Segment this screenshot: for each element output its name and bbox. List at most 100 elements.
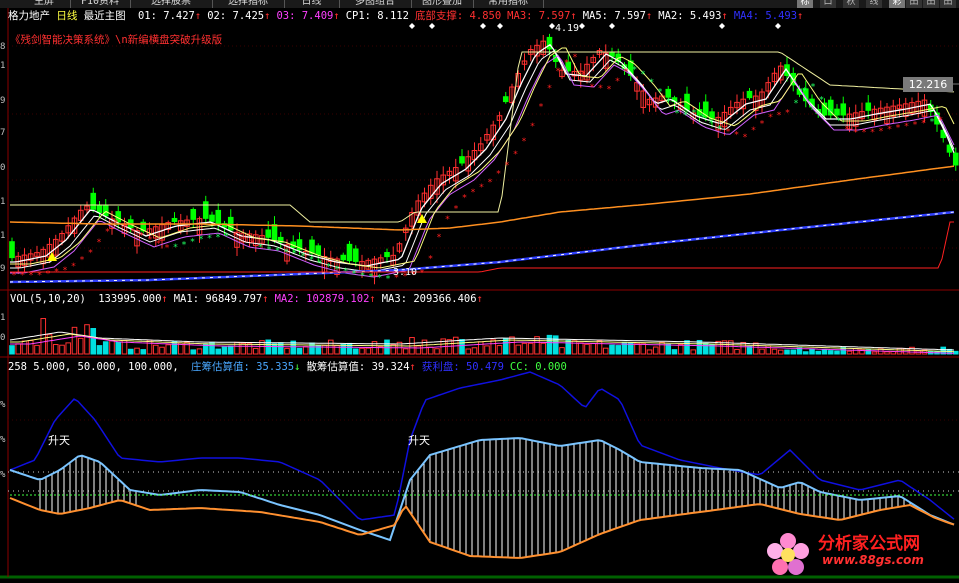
- indicator-value: CP1: 8.112: [345, 10, 409, 22]
- formula-subtitle: 《残剑智能决策系统》\n新编横盘突破升级版: [10, 34, 223, 46]
- volume-bar: [115, 341, 122, 355]
- signal-diamond-icon: [497, 23, 503, 29]
- volume-bar: [415, 345, 422, 355]
- stock-name[interactable]: 格力地产: [8, 10, 50, 22]
- trail-star-icon: *: [853, 128, 858, 138]
- volume-bar: [509, 336, 515, 355]
- candle-body: [271, 224, 278, 241]
- tab-select-indicator[interactable]: 选择指标: [212, 0, 285, 8]
- candle-body: [265, 229, 272, 238]
- trail-star-icon: *: [573, 53, 578, 63]
- arrow-up-icon: ↑: [645, 10, 653, 22]
- volume-axis-label: 1: [0, 313, 6, 323]
- period-label[interactable]: 日线: [56, 10, 77, 22]
- trail-star-icon: *: [88, 248, 93, 258]
- arrow-up-icon: ↑: [476, 293, 483, 305]
- candle-body: [90, 192, 97, 210]
- trail-star-icon: *: [811, 83, 816, 93]
- volume-bar: [359, 347, 365, 355]
- arrow-up-icon: ↑: [721, 10, 728, 22]
- candle-body: [840, 103, 847, 116]
- trail-star-icon: *: [649, 78, 654, 88]
- signal-diamond-icon: [409, 23, 415, 29]
- trail-star-icon: *: [233, 231, 238, 241]
- tab-multi-chart[interactable]: 多图组合: [339, 0, 412, 8]
- trail-star-icon: *: [930, 118, 935, 128]
- trail-star-icon: *: [326, 262, 331, 272]
- candle-body: [96, 205, 103, 214]
- volume-bar: [852, 347, 859, 355]
- volume-bar: [771, 348, 778, 355]
- tab-main-screen[interactable]: 主屏: [18, 0, 71, 8]
- volume-bar: [734, 348, 740, 355]
- indicator-value: 散筹估算值: 39.324↑: [306, 361, 416, 373]
- trail-star-icon: *: [845, 125, 850, 135]
- volume-bar: [127, 348, 134, 355]
- volume-bar: [152, 344, 159, 355]
- tab-f10[interactable]: F10资料: [70, 0, 131, 8]
- volume-bar: [540, 342, 547, 355]
- trail-star-icon: *: [598, 84, 603, 94]
- mark-icon[interactable]: 标: [797, 0, 813, 8]
- trail-star-icon: *: [624, 67, 629, 77]
- color-icon[interactable]: 彩: [889, 0, 905, 8]
- trail-star-icon: *: [131, 227, 136, 237]
- tab-select-stock[interactable]: 选择股票: [130, 0, 213, 8]
- trail-star-icon: *: [462, 194, 467, 204]
- candle-body: [834, 108, 840, 116]
- indicator-params: 5.000, 50.000, 100.000,: [33, 361, 179, 373]
- volume-bar: [596, 340, 603, 355]
- tab-daily[interactable]: 日线: [284, 0, 340, 8]
- arrow-up-icon: ↑: [570, 10, 577, 22]
- volume-bar: [590, 343, 597, 355]
- volume-bar: [165, 344, 172, 355]
- volume-bar: [59, 344, 65, 355]
- grid-icon-2[interactable]: 田: [923, 0, 939, 8]
- trail-star-icon: *: [224, 232, 229, 242]
- indicator-value: 03: 7.409↑: [276, 10, 340, 22]
- candle-body: [227, 216, 234, 231]
- volume-indicator-name[interactable]: VOL(5,10,20): [10, 293, 86, 305]
- autumn-icon[interactable]: 秋: [843, 0, 859, 8]
- indicator-axis-label: %: [0, 470, 6, 480]
- indicator-value: MA3: 7.597↑: [507, 10, 577, 22]
- trail-star-icon: *: [165, 244, 170, 254]
- resistance-line: [10, 51, 955, 223]
- grid-icon-3[interactable]: 田: [940, 0, 956, 8]
- volume-bar: [15, 343, 22, 355]
- tab-common-indicators[interactable]: 常用指标: [473, 0, 544, 8]
- signal-label: 升天: [408, 434, 430, 447]
- trail-star-icon: *: [445, 215, 450, 225]
- signal-diamond-icon: [609, 23, 615, 29]
- volume-bar: [21, 340, 28, 355]
- volume-bar: [365, 347, 372, 355]
- volume-bar: [652, 346, 659, 355]
- grid-icon-1[interactable]: 田: [906, 0, 922, 8]
- arrow-up-icon: ↑: [161, 293, 168, 305]
- trail-star-icon: *: [54, 268, 59, 278]
- indicator-name[interactable]: 258: [8, 361, 27, 373]
- volume-indicator-list: 133995.000↑ MA1: 96849.797↑ MA2: 102879.10…: [92, 293, 483, 305]
- volume-bar: [609, 344, 615, 355]
- line-icon[interactable]: 线: [866, 0, 882, 8]
- trail-star-icon: *: [267, 246, 272, 256]
- volume-bar: [190, 349, 197, 355]
- trail-star-icon: *: [437, 233, 442, 243]
- volume-bar: [602, 347, 609, 355]
- trail-star-icon: *: [802, 86, 807, 96]
- volume-bar: [184, 341, 190, 355]
- trail-star-icon: *: [913, 121, 918, 131]
- trail-star-icon: *: [717, 125, 722, 135]
- tab-overlay[interactable]: 图形叠加: [411, 0, 474, 8]
- indicator-value: MA4: 5.493↑: [733, 10, 804, 22]
- volume-bar: [434, 348, 440, 355]
- volume-panel-header: VOL(5,10,20) 133995.000↑ MA1: 96849.797↑ M…: [10, 293, 483, 306]
- trail-star-icon: *: [879, 127, 884, 137]
- trail-star-icon: *: [37, 271, 42, 281]
- window-icon[interactable]: 口: [820, 0, 836, 8]
- volume-bar: [465, 348, 472, 355]
- price-axis-label: 8: [0, 42, 6, 52]
- candle-body: [190, 208, 197, 220]
- arrow-up-icon: ↑: [262, 293, 269, 305]
- volume-bar: [802, 351, 809, 355]
